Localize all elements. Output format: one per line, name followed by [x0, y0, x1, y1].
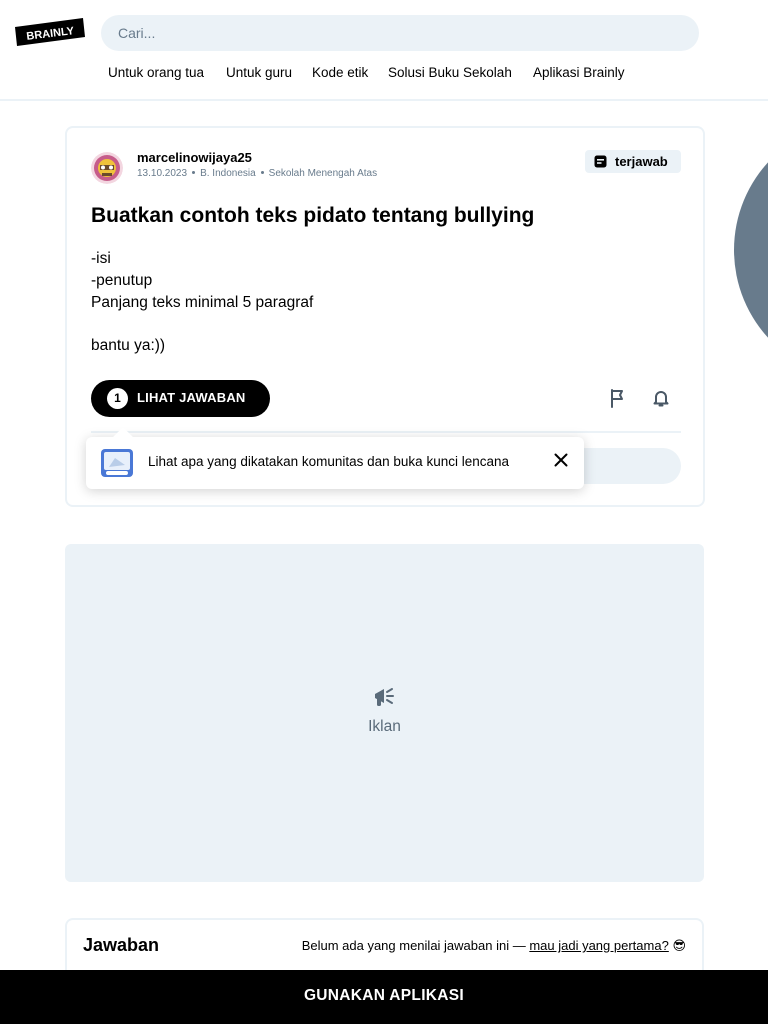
search-placeholder: Cari...: [118, 25, 156, 41]
top-nav: Untuk orang tua Untuk guru Kode etik Sol…: [0, 65, 768, 83]
nav-link-code-of-conduct[interactable]: Kode etik: [312, 65, 368, 80]
question-body-line: Panjang teks minimal 5 paragraf: [91, 293, 314, 311]
sunglasses-emoji: 😎: [672, 938, 686, 953]
question-subject[interactable]: B. Indonesia: [200, 168, 256, 179]
question-body-line: -penutup: [91, 271, 153, 289]
brainly-logo[interactable]: BRAINLY: [15, 18, 85, 46]
answer-count: 1: [107, 388, 128, 409]
answered-icon: [594, 155, 607, 168]
nav-link-brainly-app[interactable]: Aplikasi Brainly: [533, 65, 625, 80]
question-level: Sekolah Menengah Atas: [268, 168, 378, 179]
community-tooltip: Lihat apa yang dikatakan komunitas dan b…: [86, 427, 584, 489]
card-divider: [91, 431, 681, 433]
view-answer-button[interactable]: 1 LIHAT JAWABAN: [91, 380, 270, 417]
use-app-banner[interactable]: GUNAKAN APLIKASI: [0, 970, 768, 1024]
nav-link-teachers[interactable]: Untuk guru: [226, 65, 292, 80]
rate-first-link[interactable]: mau jadi yang pertama?: [529, 938, 668, 953]
report-flag-icon[interactable]: [607, 387, 629, 409]
close-icon[interactable]: [552, 451, 570, 469]
avatar[interactable]: [91, 152, 123, 184]
nav-link-school-book-solutions[interactable]: Solusi Buku Sekolah: [388, 65, 512, 80]
nav-link-parents[interactable]: Untuk orang tua: [108, 65, 204, 80]
view-answer-label: LIHAT JAWABAN: [137, 390, 246, 405]
ad-label: Iklan: [368, 718, 401, 735]
rating-prompt: Belum ada yang menilai jawaban ini — mau…: [302, 938, 686, 954]
status-badge-label: terjawab: [615, 154, 668, 169]
page: BRAINLY Cari... Untuk orang tua Untuk gu…: [0, 0, 768, 1024]
question-body: -isi -penutup Panjang teks minimal 5 par…: [91, 248, 671, 357]
answers-title: Jawaban: [83, 935, 160, 955]
status-badge: terjawab: [585, 150, 681, 173]
question-body-line: bantu ya:)): [91, 337, 166, 355]
question-meta: 13.10.2023 B. Indonesia Sekolah Menengah A…: [137, 168, 377, 179]
decorative-circle: [734, 120, 768, 380]
ad-container: Iklan: [65, 544, 704, 882]
header: BRAINLY Cari... Untuk orang tua Untuk gu…: [0, 0, 768, 101]
rating-text: Belum ada yang menilai jawaban ini —: [301, 938, 530, 953]
question-title: Buatkan contoh teks pidato tentang bully…: [91, 204, 535, 227]
follow-bell-icon[interactable]: [650, 387, 672, 409]
meta-separator: [192, 170, 196, 174]
tooltip-text: Lihat apa yang dikatakan komunitas dan b…: [148, 454, 509, 469]
meta-separator: [260, 170, 264, 174]
question-date: 13.10.2023: [137, 168, 188, 179]
use-app-label: GUNAKAN APLIKASI: [303, 987, 465, 1004]
badge-unlock-icon: [101, 449, 133, 477]
megaphone-icon: [375, 688, 394, 706]
search-input[interactable]: Cari...: [101, 15, 699, 51]
author-name[interactable]: marcelinowijaya25: [137, 150, 252, 165]
question-body-line: -isi: [91, 250, 111, 267]
question-body-line: [91, 313, 671, 335]
